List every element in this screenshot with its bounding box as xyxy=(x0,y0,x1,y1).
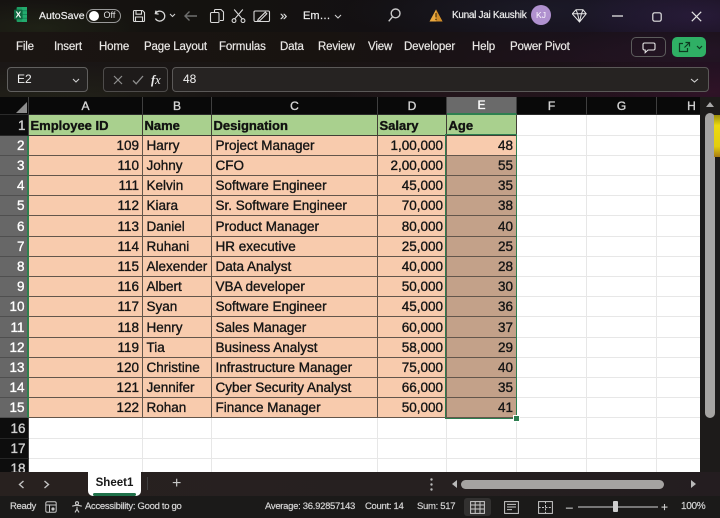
svg-text:X: X xyxy=(15,9,21,19)
